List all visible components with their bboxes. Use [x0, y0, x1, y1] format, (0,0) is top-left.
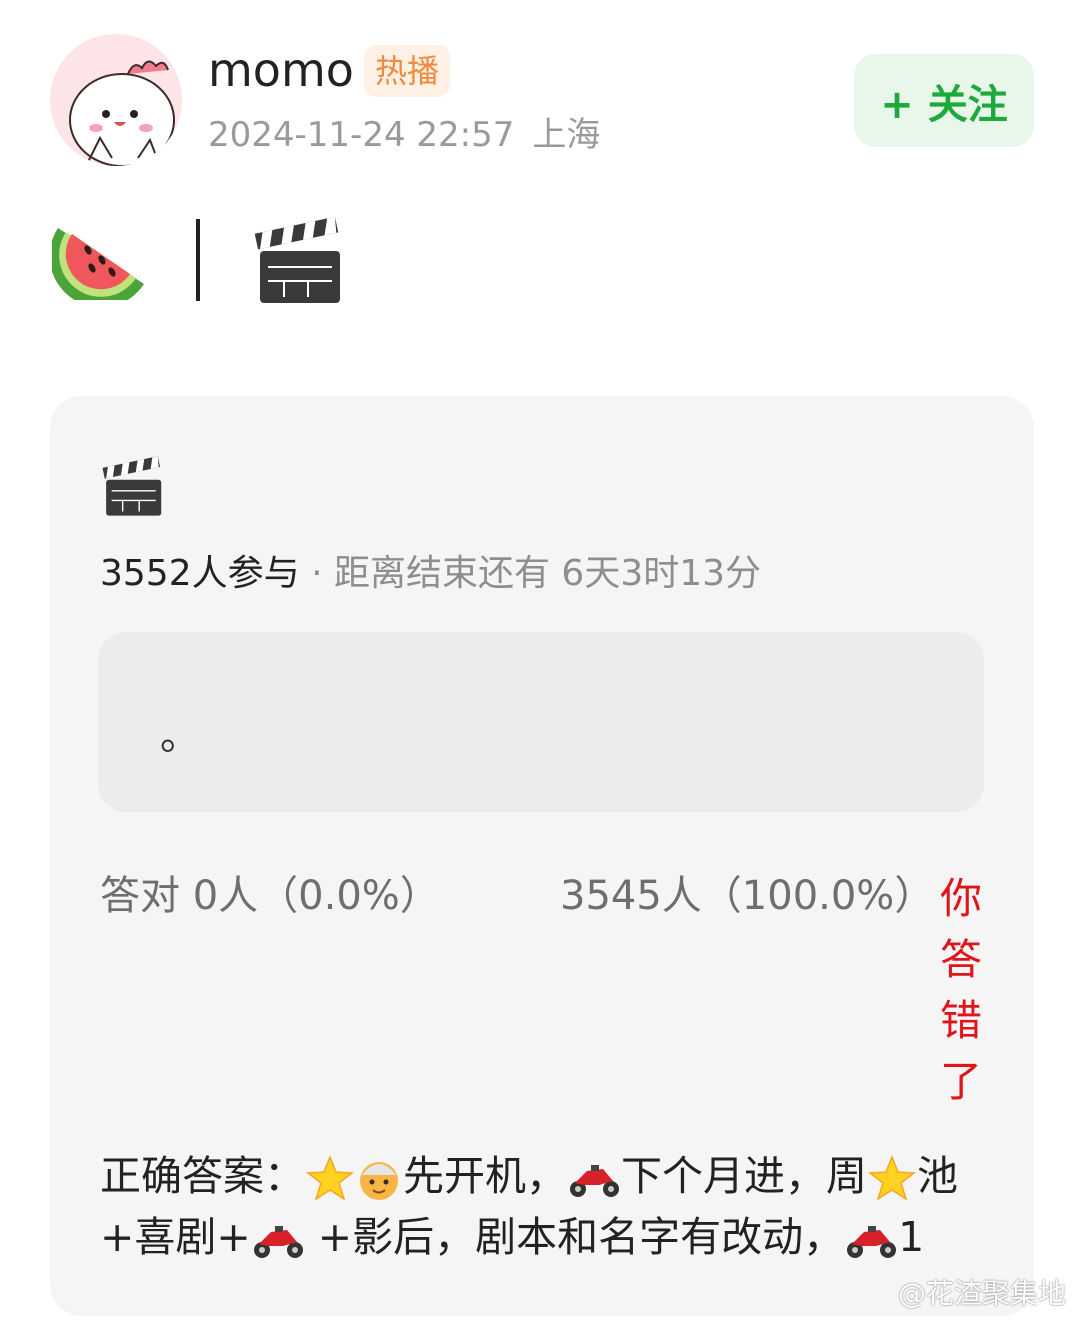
- clapperboard-icon: [102, 456, 162, 516]
- answer-option-text: 。: [160, 713, 200, 759]
- follow-button[interactable]: + 关注: [854, 54, 1034, 147]
- answer-option[interactable]: [98, 632, 984, 812]
- clapperboard-icon: [254, 216, 340, 303]
- old-man-icon: [360, 1162, 398, 1200]
- hot-badge: 热播: [364, 45, 451, 97]
- wrong-count: 3545人（100.0%）: [560, 873, 935, 919]
- wrong-answer-label: 你答错了: [939, 874, 982, 1106]
- avatar-illustration: [50, 34, 182, 166]
- post-content: [52, 210, 344, 310]
- correct-answer-part2: 下个月进，周: [621, 1152, 867, 1200]
- star-icon: [305, 1154, 355, 1201]
- participant-count: 3552人参与: [100, 553, 300, 594]
- post-location: 上海: [532, 115, 601, 155]
- motorcycle-icon: [847, 1226, 897, 1258]
- watermelon-icon: [52, 228, 144, 300]
- correct-answer-prefix: 正确答案：: [100, 1152, 305, 1200]
- post-meta: 2024-11-24 22:57 上海: [208, 110, 600, 160]
- correct-count: 答对 0人（0.0%）: [100, 873, 440, 919]
- post-time: 2024-11-24 22:57: [208, 115, 515, 155]
- vertical-divider: [196, 219, 200, 301]
- correct-answer-part5: 1: [898, 1213, 925, 1261]
- motorcycle-icon: [253, 1226, 303, 1258]
- quiz-stats: 3552人参与 · 距离结束还有 6天3时13分: [100, 548, 761, 600]
- quiz-clapperboard-icon: [102, 455, 164, 521]
- stats-separator: ·: [311, 553, 323, 594]
- correct-answer: 正确答案： 先开机， 下个月进，周 池+喜剧+ +影后，剧本和名字有改动， 1: [100, 1146, 980, 1268]
- motorcycle-icon: [570, 1165, 619, 1197]
- countdown: 距离结束还有 6天3时13分: [333, 553, 762, 594]
- username[interactable]: momo: [208, 40, 354, 100]
- star-icon: [867, 1154, 917, 1201]
- weibo-watermark: @花渣聚集地: [897, 1277, 1066, 1310]
- avatar[interactable]: [50, 34, 182, 166]
- correct-answer-part4: +影后，剧本和名字有改动，: [304, 1213, 845, 1261]
- correct-answer-part1: 先开机，: [403, 1152, 567, 1200]
